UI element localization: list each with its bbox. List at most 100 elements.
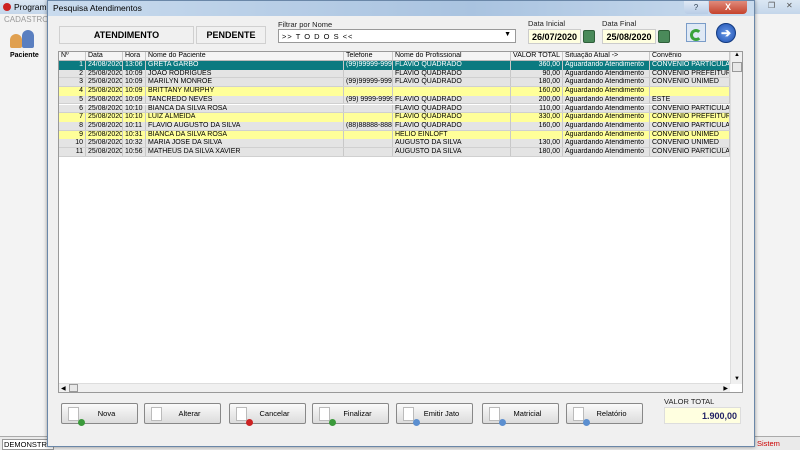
patient-label[interactable]: Paciente: [10, 52, 39, 59]
restore-icon[interactable]: ❐: [768, 1, 782, 13]
cell-numero: 8: [59, 121, 86, 130]
table-row[interactable]: 3 25/08/2020 10:09 MARILYN MONROE (99)99999-…: [59, 78, 730, 88]
table-row[interactable]: 11 25/08/2020 10:56 MATHEUS DA SILVA XAVIER…: [59, 148, 730, 157]
cell-nome-paciente: MARILYN MONROE: [146, 78, 344, 87]
cell-nome-profissional: FLAVIO QUADRADO: [393, 78, 511, 87]
cell-nome-paciente: BRITTANY MURPHY: [146, 87, 344, 96]
cancelar-button[interactable]: Cancelar: [229, 403, 306, 426]
pesquisa-atendimentos-dialog: Pesquisa Atendimentos ? X ATENDIMENTO PE…: [47, 0, 755, 447]
cell-telefone: (99) 9999-9999: [346, 95, 393, 104]
button-label: Nova: [97, 409, 116, 418]
patient-icon[interactable]: [8, 28, 38, 50]
data-inicial-input[interactable]: 26/07/2020: [528, 29, 581, 44]
cell-nome-profissional: AUGUSTO DA SILVA: [393, 148, 511, 156]
cell-situacao: Aguardando Atendimento: [563, 139, 650, 147]
scroll-up-icon[interactable]: ▲: [734, 52, 740, 58]
data-final-input[interactable]: 25/08/2020: [602, 29, 656, 44]
cell-valor-total: 160,00: [511, 121, 563, 130]
cell-convenio: CONVENIO PREFEITURA: [652, 69, 730, 78]
cell-convenio: CONVENIO PARTICULAR: [652, 104, 730, 113]
table-row[interactable]: 2 25/08/2020 10:09 JOAO RODRIGUES FLAVIO QUA…: [59, 69, 730, 79]
cell-hora: 10:11: [123, 121, 146, 130]
cell-nome-paciente: FLAVIO AUGUSTO DA SILVA: [146, 121, 344, 130]
table-row[interactable]: 9 25/08/2020 10:31 BIANCA DA SILVA ROSA HELI…: [59, 130, 730, 140]
table-row[interactable]: 7 25/08/2020 10:10 LUIZ ALMEIDA FLAVIO QUADR…: [59, 113, 730, 122]
report-printer-icon: [573, 407, 590, 426]
header-col-situacao[interactable]: Situação Atual ->: [563, 52, 650, 60]
header-col-convenio[interactable]: Convênio: [650, 52, 730, 60]
table-row[interactable]: 6 25/08/2020 10:10 BIANCA DA SILVA ROSA FLAV…: [59, 104, 730, 114]
cell-numero: 11: [59, 148, 86, 156]
table-row[interactable]: 4 25/08/2020 10:09 BRITTANY MURPHY 160,00 Agu…: [59, 87, 730, 96]
emitir-jato-button[interactable]: Emitir Jato: [396, 403, 473, 426]
background-menu-cadastros[interactable]: CADASTROS: [0, 14, 54, 26]
cell-situacao: Aguardando Atendimento: [563, 95, 650, 104]
table-row[interactable]: 8 25/08/2020 10:11 FLAVIO AUGUSTO DA SILVA(…: [59, 121, 730, 131]
table-row[interactable]: 5 25/08/2020 10:09 TANCREDO NEVES (99) 9999-…: [59, 95, 730, 105]
table-row[interactable]: 1 24/08/2020 13:06 GRETA GARBO (99)99999-999…: [59, 61, 730, 70]
cell-nome-paciente: JOAO RODRIGUES: [146, 69, 344, 78]
cell-valor-total: 330,00: [511, 113, 563, 122]
alterar-button[interactable]: Alterar: [144, 403, 221, 424]
cell-nome-profissional: HELIO EINLOFT: [393, 130, 511, 140]
data-final-label: Data Final: [602, 19, 637, 28]
button-label: Alterar: [178, 409, 201, 418]
cell-numero: 1: [59, 61, 86, 70]
dialog-title: Pesquisa Atendimentos: [53, 3, 142, 13]
cell-situacao: Aguardando Atendimento: [563, 148, 650, 156]
cell-hora: 10:10: [123, 104, 146, 113]
header-col-valor-total[interactable]: VALOR TOTAL: [511, 52, 563, 60]
cell-valor-total: 180,00: [511, 148, 563, 156]
cell-valor-total: [511, 130, 563, 140]
cell-data: 25/08/2020: [88, 130, 123, 140]
scroll-thumb[interactable]: [732, 62, 742, 72]
table-row[interactable]: 10 25/08/2020 10:32 MARIA JOSE DA SILVA AUGU…: [59, 139, 730, 148]
matricial-button[interactable]: Matricial: [482, 403, 559, 426]
calendar-icon[interactable]: [583, 30, 595, 43]
cell-nome-paciente: BIANCA DA SILVA ROSA: [146, 104, 344, 113]
close-icon[interactable]: ✕: [786, 1, 793, 10]
scroll-right-icon[interactable]: ▶: [723, 385, 728, 392]
atendimentos-grid[interactable]: Nº Data Hora Nome do Paciente Telefone Nome d…: [58, 51, 743, 393]
scroll-thumb[interactable]: [69, 384, 78, 392]
cell-situacao: Aguardando Atendimento: [563, 121, 650, 130]
cell-convenio: CONVENIO PREFEITURA: [652, 113, 730, 122]
relatorio-button[interactable]: Relatório: [566, 403, 643, 426]
data-inicial-label: Data Inicial: [528, 19, 566, 28]
vertical-scrollbar[interactable]: ▲ ▼: [730, 52, 742, 384]
cell-valor-total: 110,00: [511, 104, 563, 113]
cell-nome-paciente: MARIA JOSE DA SILVA: [146, 139, 344, 147]
valor-total-value: 1.900,00: [664, 407, 741, 424]
cell-nome-paciente: BIANCA DA SILVA ROSA: [146, 130, 344, 140]
horizontal-scrollbar[interactable]: ◀ ▶: [59, 383, 730, 392]
scroll-down-icon[interactable]: ▼: [734, 376, 740, 382]
header-col-telefone[interactable]: Telefone: [344, 52, 393, 60]
filter-name-select[interactable]: >> T O D O S << ▼: [278, 29, 516, 43]
cell-telefone: [344, 104, 393, 113]
header-col-nome-paciente[interactable]: Nome do Paciente: [146, 52, 344, 60]
calendar-icon[interactable]: [658, 30, 670, 43]
arrow-right-icon[interactable]: ➔: [716, 23, 736, 43]
help-button[interactable]: ?: [684, 1, 708, 14]
header-col-nome-profissional[interactable]: Nome do Profissional: [393, 52, 511, 60]
cell-situacao: Aguardando Atendimento: [563, 104, 650, 113]
valor-total-label: VALOR TOTAL: [664, 397, 715, 406]
header-col-data[interactable]: Data: [86, 52, 123, 60]
cell-nome-profissional: FLAVIO QUADRADO: [393, 61, 511, 70]
button-label: Emitir Jato: [423, 409, 460, 418]
refresh-icon[interactable]: [686, 23, 706, 42]
header-col-numero[interactable]: Nº: [59, 52, 86, 60]
nova-button[interactable]: Nova: [61, 403, 138, 426]
cell-numero: 5: [59, 95, 86, 104]
cell-situacao: Aguardando Atendimento: [563, 69, 650, 78]
new-doc-icon: [68, 407, 85, 426]
cell-nome-profissional: FLAVIO QUADRADO: [393, 69, 511, 78]
cell-data: 24/08/2020: [88, 61, 123, 70]
filter-selected-value: >> T O D O S <<: [282, 32, 354, 41]
dialog-close-button[interactable]: X: [709, 1, 747, 14]
scroll-left-icon[interactable]: ◀: [61, 385, 66, 392]
header-col-hora[interactable]: Hora: [123, 52, 146, 60]
cell-telefone: [344, 130, 393, 140]
finalizar-button[interactable]: Finalizar: [312, 403, 389, 426]
cell-nome-profissional: FLAVIO QUADRADO: [393, 95, 511, 104]
